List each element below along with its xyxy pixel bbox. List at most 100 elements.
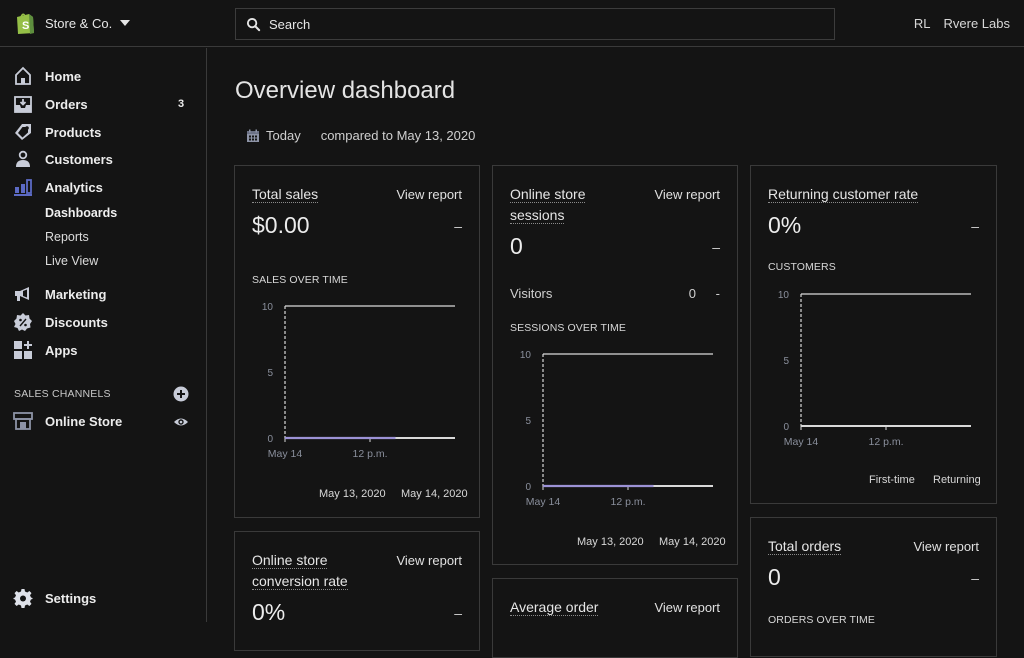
discount-icon (13, 312, 33, 332)
chart-subtitle: SALES OVER TIME (252, 274, 348, 286)
visitors-value: 0 (688, 286, 696, 301)
view-report-link[interactable]: View report (913, 539, 979, 554)
sidebar-item-home[interactable]: Home (0, 63, 206, 89)
sidebar-item-marketing[interactable]: Marketing (0, 281, 206, 307)
sidebar-item-orders[interactable]: Orders 3 (0, 91, 206, 117)
card-title[interactable]: Online store conversion rate (252, 550, 382, 592)
main-content: Overview dashboard Today compared to May… (208, 48, 1024, 658)
comparison-period-button[interactable]: compared to May 13, 2020 (321, 128, 476, 143)
y-tick-label: 10 (520, 350, 532, 361)
add-sales-channel-icon[interactable] (173, 386, 189, 402)
legend-returning[interactable]: Returning (933, 474, 981, 486)
legend-current-period[interactable]: May 14, 2020 (401, 488, 468, 500)
card-title[interactable]: Returning customer rate (768, 184, 919, 205)
y-tick-label: 5 (267, 368, 273, 379)
caret-down-icon (120, 20, 131, 26)
apps-icon (13, 340, 33, 360)
date-picker-button[interactable]: Today (246, 128, 301, 143)
card-title[interactable]: Total sales (252, 184, 319, 205)
date-range-selector: Today compared to May 13, 2020 (246, 128, 475, 143)
legend-previous-period[interactable]: May 13, 2020 (577, 536, 644, 548)
view-online-store-eye-icon[interactable] (173, 414, 189, 430)
user-name: Rvere Labs (943, 16, 1010, 31)
sidebar-item-customers[interactable]: Customers (0, 146, 206, 172)
sessions-over-time-chart: 0 5 10 May 14 12 p.m. (520, 350, 713, 508)
y-tick-label: 10 (262, 302, 274, 313)
legend-previous-period[interactable]: May 13, 2020 (319, 488, 386, 500)
visitors-label: Visitors (510, 286, 553, 301)
sidebar-item-label: Customers (45, 151, 113, 167)
view-report-link[interactable]: View report (396, 187, 462, 202)
card-title[interactable]: Total orders (768, 536, 842, 557)
sidebar-item-label: Apps (45, 342, 78, 358)
svg-text:S: S (22, 20, 29, 32)
orders-icon (13, 94, 33, 114)
view-report-link[interactable]: View report (396, 553, 462, 568)
storefront-icon (13, 411, 33, 431)
sidebar-subitem-dashboards[interactable]: Dashboards (45, 206, 117, 220)
user-initials-avatar: RL (913, 16, 931, 31)
sidebar-item-label: Settings (45, 590, 97, 606)
visitors-row: Visitors 0 - (510, 286, 720, 301)
change-indicator: – (971, 218, 979, 234)
x-tick-label: May 14 (268, 448, 303, 460)
gear-icon (13, 588, 33, 608)
analytics-icon (13, 177, 33, 197)
y-tick-label: 0 (525, 482, 531, 493)
sidebar-item-apps[interactable]: Apps (0, 337, 206, 363)
sidebar-subitem-live-view[interactable]: Live View (45, 254, 98, 268)
legend-first-time[interactable]: First-time (869, 474, 915, 486)
y-tick-label: 0 (783, 422, 789, 433)
search-input[interactable] (269, 16, 809, 32)
total-orders-value: 0 (768, 564, 781, 590)
sidebar-item-label: Analytics (45, 179, 103, 195)
sidebar-item-label: Discounts (45, 314, 108, 330)
shopify-logo-icon: S (17, 13, 34, 34)
change-indicator: – (454, 218, 462, 234)
sidebar-item-label: Online Store (45, 413, 123, 429)
page-title: Overview dashboard (235, 77, 456, 104)
chart-subtitle: CUSTOMERS (768, 261, 836, 273)
view-report-link[interactable]: View report (654, 187, 720, 202)
returning-rate-value: 0% (768, 212, 802, 238)
x-tick-label: May 14 (526, 496, 561, 508)
sales-over-time-chart: 0 5 10 May 14 12 p.m. (262, 302, 455, 460)
sales-channels-heading: SALES CHANNELS (14, 388, 111, 400)
sidebar-item-label: Marketing (45, 286, 107, 302)
top-bar: S Store & Co. RL Rvere Labs (0, 0, 1024, 47)
sidebar-item-label: Products (45, 124, 102, 140)
sidebar-item-discounts[interactable]: Discounts (0, 309, 206, 335)
tag-icon (13, 122, 33, 142)
store-switcher[interactable]: S Store & Co. (14, 11, 131, 35)
sidebar-item-label: Home (45, 68, 82, 84)
change-indicator: – (971, 570, 979, 586)
x-tick-label: 12 p.m. (352, 448, 387, 460)
user-menu[interactable]: RL Rvere Labs (914, 16, 1010, 31)
sidebar-item-analytics[interactable]: Analytics (0, 174, 206, 200)
sidebar: Home Orders 3 Products Customers Analyti… (0, 48, 207, 622)
view-report-link[interactable]: View report (654, 600, 720, 615)
y-tick-label: 10 (778, 290, 790, 301)
sessions-value: 0 (510, 233, 523, 259)
legend-current-period[interactable]: May 14, 2020 (659, 536, 726, 548)
total-sales-value: $0.00 (252, 212, 310, 238)
visitors-change: - (715, 286, 720, 301)
store-name: Store & Co. (45, 15, 113, 31)
card-returning-customer-rate: Returning customer rate 0% – CUSTOMERS 0… (750, 165, 997, 504)
card-online-store-conversion-rate: Online store conversion rate View report… (234, 531, 480, 651)
sidebar-item-products[interactable]: Products (0, 119, 206, 145)
customers-chart: 0 5 10 May 14 12 p.m. (778, 290, 971, 448)
sidebar-item-settings[interactable]: Settings (0, 585, 206, 611)
card-title[interactable]: Online store sessions (510, 184, 620, 226)
megaphone-icon (13, 284, 33, 304)
change-indicator: – (454, 605, 462, 621)
home-icon (13, 66, 33, 86)
chart-subtitle: ORDERS OVER TIME (768, 614, 876, 626)
search-bar[interactable] (235, 8, 835, 40)
orders-count-badge: 3 (178, 98, 185, 110)
card-total-sales: Total sales View report $0.00 – SALES OV… (234, 165, 480, 518)
date-label: Today (266, 128, 301, 143)
card-title[interactable]: Average order (510, 597, 599, 618)
x-tick-label: May 14 (784, 436, 819, 448)
sidebar-subitem-reports[interactable]: Reports (45, 230, 89, 244)
